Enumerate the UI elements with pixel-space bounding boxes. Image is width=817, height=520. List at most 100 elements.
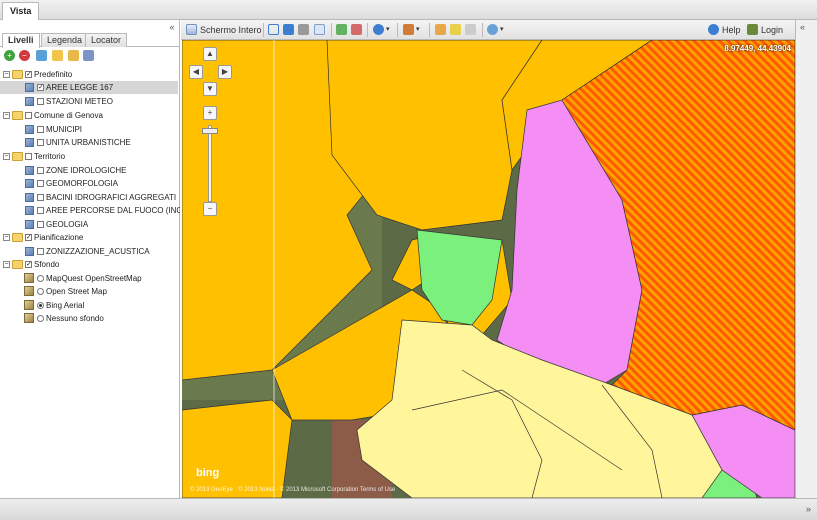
collapse-toggle-icon[interactable]: − [3,234,10,241]
tab-legenda[interactable]: Legenda [41,33,89,47]
pan-up-button[interactable]: ▲ [203,47,217,61]
draw-polygon-icon[interactable] [450,24,461,35]
layer-label: Nessuno sfondo [46,314,104,323]
background-mapquest[interactable]: MapQuest OpenStreetMap [0,272,180,285]
zoom-slider-handle[interactable] [202,128,218,134]
layer-municipi[interactable]: MUNICIPI [0,123,180,136]
group-comune-di-genova[interactable]: − Comune di Genova [0,109,180,122]
help-icon[interactable] [708,24,719,35]
radio-button[interactable] [37,302,44,309]
chevron-down-icon[interactable]: ▾ [416,24,420,36]
pan-icon[interactable] [314,24,325,35]
layer-zone-idrologiche[interactable]: ZONE IDROLOGICHE [0,164,180,177]
zoom-in-button[interactable]: + [203,106,217,120]
chevron-down-icon[interactable]: ▾ [500,24,504,36]
pan-left-button[interactable]: ◀ [189,65,203,79]
chevron-down-icon[interactable]: ▾ [386,24,390,36]
checkbox[interactable]: ✓ [37,84,44,91]
checkbox[interactable] [37,180,44,187]
layer-label: Open Street Map [46,287,107,296]
zoom-out-button[interactable]: − [203,202,217,216]
background-bing-aerial[interactable]: Bing Aerial [0,299,180,312]
divider [331,23,332,37]
map-tile-icon [24,286,34,296]
checkbox[interactable] [25,112,32,119]
radio-button[interactable] [37,288,44,295]
help-button[interactable]: Help [722,24,741,36]
fullscreen-icon[interactable] [186,24,197,35]
collapse-toggle-icon[interactable]: − [3,261,10,268]
collapse-toggle-icon[interactable]: − [3,71,10,78]
login-icon[interactable] [747,24,758,35]
checkbox[interactable] [37,221,44,228]
tab-locator[interactable]: Locator [85,33,128,47]
group-predefinito[interactable]: − ✓ Predefinito [0,68,180,81]
remove-layer-icon[interactable]: − [19,50,30,61]
layer-bacini-idrografici[interactable]: BACINI IDROGRAFICI AGGREGATI [0,191,180,204]
checkbox[interactable]: ✓ [25,71,32,78]
checkbox[interactable] [37,207,44,214]
layer-geologia[interactable]: GEOLOGIA [0,218,180,231]
divider [367,23,368,37]
zoom-extent-icon[interactable] [268,24,279,35]
layer-label: GEOLOGIA [46,220,89,229]
layer-stazioni-meteo[interactable]: STAZIONI METEO [0,95,180,108]
layer-aree-percorse-fuoco[interactable]: AREE PERCORSE DAL FUOCO (INC [0,204,180,217]
background-open-street-map[interactable]: Open Street Map [0,285,180,298]
info-icon[interactable] [373,24,384,35]
group-label: Comune di Genova [34,111,103,120]
group-label: Territorio [34,152,66,161]
layer-label: MapQuest OpenStreetMap [46,274,142,283]
group-pianificazione[interactable]: − ✓ Pianificazione [0,231,180,244]
fullscreen-button[interactable]: Schermo Intero [200,24,262,36]
clear-icon[interactable] [465,24,476,35]
pan-down-button[interactable]: ▼ [203,82,217,96]
background-nessuno[interactable]: Nessuno sfondo [0,312,180,325]
layer-zonizzazione-acustica[interactable]: ZONIZZAZIONE_ACUSTICA [0,245,180,258]
divider [482,23,483,37]
collapse-toggle-icon[interactable]: − [3,112,10,119]
gear-icon[interactable] [487,24,498,35]
expand-bottom-panel-icon[interactable]: » [806,504,811,514]
login-button[interactable]: Login [761,24,783,36]
layer-unita-urbanistiche[interactable]: UNITA URBANISTICHE [0,136,180,149]
folder-add-icon[interactable] [52,50,63,61]
pan-right-button[interactable]: ▶ [218,65,232,79]
settings-wrench-icon[interactable] [83,50,94,61]
zoom-in-icon[interactable] [336,24,347,35]
collapse-toggle-icon[interactable]: − [3,153,10,160]
radio-button[interactable] [37,275,44,282]
zoom-box-icon[interactable] [283,24,294,35]
checkbox[interactable] [37,126,44,133]
checkbox[interactable] [37,98,44,105]
checkbox[interactable] [37,139,44,146]
collapse-right-panel-icon[interactable]: « [800,22,805,32]
layer-geomorfologia[interactable]: GEOMORFOLOGIA [0,177,180,190]
checkbox[interactable]: ✓ [25,234,32,241]
print-icon[interactable] [298,24,309,35]
folder-edit-icon[interactable] [68,50,79,61]
add-layer-icon[interactable]: + [4,50,15,61]
collapse-left-panel-icon[interactable]: « [167,22,177,32]
checkbox[interactable] [25,153,32,160]
add-group-icon[interactable] [36,50,47,61]
measure-icon[interactable] [403,24,414,35]
group-territorio[interactable]: − Territorio [0,150,180,163]
checkbox[interactable]: ✓ [25,261,32,268]
tab-vista[interactable]: Vista [2,2,40,20]
checkbox[interactable] [37,248,44,255]
checkbox[interactable] [37,167,44,174]
draw-line-icon[interactable] [435,24,446,35]
layer-aree-legge-167[interactable]: ✓ AREE LEGGE 167 [0,81,178,94]
map-viewport[interactable]: 8.97449, 44.43904 ▲ ◀ ▶ ▼ + − bing © 201… [182,40,795,498]
radio-button[interactable] [37,315,44,322]
group-sfondo[interactable]: − ✓ Sfondo [0,258,180,271]
tab-livelli[interactable]: Livelli [2,33,40,48]
checkbox[interactable] [37,194,44,201]
zoom-slider-track[interactable] [208,125,212,202]
layer-icon [25,193,34,202]
zoom-out-icon[interactable] [351,24,362,35]
map-toolbar: Schermo Intero ▾ ▾ ▾ Help Login [181,20,817,40]
layer-icon [25,179,34,188]
layer-label: Bing Aerial [46,301,85,310]
